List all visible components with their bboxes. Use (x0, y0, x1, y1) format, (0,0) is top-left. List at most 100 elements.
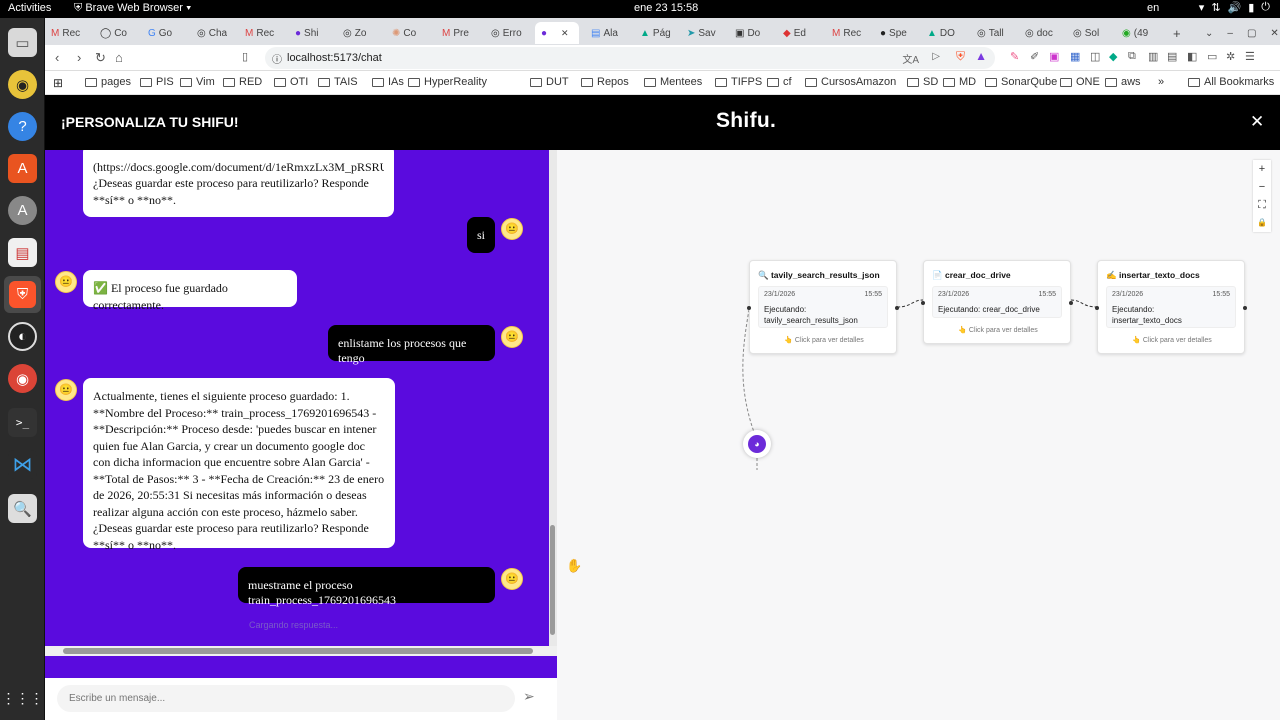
zoom-in-button[interactable]: + (1253, 160, 1271, 178)
browser-tab[interactable]: ➤ Sav (687, 22, 716, 44)
bookmark-folder[interactable]: aws (1105, 76, 1141, 88)
extension-pen-icon[interactable]: ✎ (1010, 50, 1019, 63)
bookmark-folder[interactable]: ONE (1060, 76, 1100, 88)
browser-tab[interactable]: M Pre (442, 22, 469, 44)
lock-button[interactable]: 🔒 (1253, 214, 1271, 232)
address-bar[interactable]: ⓘ localhost:5173/chat 文A ▷ ⛨ ▲ (265, 47, 995, 69)
close-window-icon[interactable]: ✕ (1270, 28, 1278, 39)
bookmark-folder[interactable]: SonarQube (985, 76, 1057, 88)
bookmark-folder[interactable]: Vim (180, 76, 215, 88)
send-icon[interactable]: ➢ (523, 688, 535, 705)
scrollbar-thumb[interactable] (63, 648, 533, 654)
browser-tab[interactable]: ◯ Co (100, 22, 127, 44)
vscode-icon[interactable]: ⋈ (8, 450, 37, 479)
extension-box-icon[interactable]: ◫ (1090, 50, 1100, 63)
brave-rewards-icon[interactable]: ▲ (975, 49, 987, 63)
node-port[interactable] (747, 306, 751, 310)
text-editor-icon[interactable]: ▤ (8, 238, 37, 267)
browser-tab[interactable]: M Rec (832, 22, 861, 44)
translate-icon[interactable]: 文A (902, 51, 919, 66)
node-port[interactable] (895, 306, 899, 310)
close-tab-icon[interactable]: ✕ (561, 28, 569, 39)
extension-grid-icon[interactable]: ▦ (1070, 50, 1080, 63)
leo-ai-icon[interactable]: ✲ (1226, 50, 1235, 63)
wallet-icon[interactable]: ▭ (1207, 50, 1217, 63)
fit-view-button[interactable]: ⛶ (1253, 196, 1271, 214)
browser-tab[interactable]: ◆ Ed (783, 22, 806, 44)
chat-horizontal-scrollbar[interactable] (45, 646, 557, 656)
home-icon[interactable]: ⌂ (115, 50, 123, 65)
bookmark-folder[interactable]: TIFPS (715, 76, 762, 88)
forward-icon[interactable]: › (77, 50, 81, 65)
sidebar-toggle-icon[interactable]: ◧ (1187, 50, 1197, 63)
bookmark-folder[interactable]: cf (767, 76, 792, 88)
extensions-puzzle-icon[interactable]: ⧉ (1128, 50, 1136, 63)
tab-search-icon[interactable]: ⌄ (1205, 28, 1213, 39)
browser-tab[interactable]: ◎ Zo (343, 22, 366, 44)
browser-tab[interactable]: ◉ (49 (1122, 22, 1148, 44)
scrollbar-thumb[interactable] (550, 525, 555, 635)
flow-start-node[interactable]: ◕ (743, 430, 771, 458)
new-tab-button[interactable]: + (1173, 22, 1181, 44)
extension-dropper-icon[interactable]: ✐ (1030, 50, 1039, 63)
bookmark-page-icon[interactable]: ▯ (242, 50, 248, 63)
zoom-out-button[interactable]: − (1253, 178, 1271, 196)
bookmark-folder[interactable]: Repos (581, 76, 629, 88)
site-info-icon[interactable]: ⓘ (272, 51, 282, 66)
updater-icon[interactable]: A (8, 196, 37, 225)
browser-tab[interactable]: ◎ doc (1025, 22, 1053, 44)
message-input[interactable] (57, 685, 515, 712)
brave-browser-icon[interactable]: ⛨ (4, 276, 41, 313)
node-port[interactable] (921, 301, 925, 305)
browser-tab[interactable]: ◎ Tall (977, 22, 1004, 44)
flow-node-insertar-texto[interactable]: ✍️ insertar_texto_docs 23/1/2026 15:55 E… (1095, 260, 1247, 354)
chat-vertical-scrollbar[interactable] (549, 150, 557, 646)
browser-tab[interactable]: ◎ Sol (1073, 22, 1099, 44)
browser-tab[interactable]: M Rec (245, 22, 274, 44)
flow-node-tavily[interactable]: 🔍 tavily_search_results_json 23/1/2026 1… (747, 260, 899, 354)
node-port[interactable] (1069, 301, 1073, 305)
system-clock[interactable]: ene 23 15:58 (634, 2, 698, 14)
reload-icon[interactable]: ↻ (95, 50, 106, 66)
bookmark-folder[interactable]: SD (907, 76, 938, 88)
bookmark-folder[interactable]: Mentees (644, 76, 702, 88)
flow-canvas[interactable]: + − ⛶ 🔒 🔍 tavily_search_results_json 23/… (557, 150, 1280, 720)
flow-node-crear-doc[interactable]: 📄 crear_doc_drive 23/1/2026 15:55 Ejecut… (921, 260, 1073, 344)
node-port[interactable] (1243, 306, 1247, 310)
bookmark-folder[interactable]: PIS (140, 76, 174, 88)
rhythmbox-icon[interactable]: ◉ (8, 70, 37, 99)
activities-button[interactable]: Activities (8, 2, 51, 14)
browser-tab[interactable]: ▤ Ala (591, 22, 618, 44)
bookmark-folder[interactable]: CursosAmazon (805, 76, 896, 88)
extension-m-icon[interactable]: ▥ (1148, 50, 1158, 63)
bookmarks-overflow-button[interactable]: » (1158, 76, 1164, 88)
terminal-icon[interactable]: >_ (8, 408, 37, 437)
files-icon[interactable]: ▭ (8, 28, 37, 57)
help-icon[interactable]: ? (8, 112, 37, 141)
bookmark-folder[interactable]: DUT (530, 76, 569, 88)
node-details-link[interactable]: 👆 Click para ver detalles (750, 336, 898, 344)
menu-icon[interactable]: ☰ (1245, 50, 1255, 63)
browser-tab[interactable]: ● ✕ (535, 22, 579, 44)
browser-tab[interactable]: M Rec (51, 22, 80, 44)
node-details-link[interactable]: 👆 Click para ver detalles (924, 326, 1072, 334)
browser-tab[interactable]: ▲ Pág (640, 22, 671, 44)
software-icon[interactable]: A (8, 154, 37, 183)
bookmark-folder[interactable]: TAIS (318, 76, 358, 88)
extension-diamond-icon[interactable]: ◆ (1109, 50, 1117, 63)
share-icon[interactable]: ▷ (932, 51, 940, 62)
node-port[interactable] (1095, 306, 1099, 310)
close-icon[interactable]: ✕ (1250, 112, 1264, 132)
browser-tab[interactable]: ✺ Co (392, 22, 416, 44)
all-bookmarks[interactable]: All Bookmarks (1188, 76, 1274, 88)
keyboard-language[interactable]: en (1147, 2, 1159, 14)
browser-tab[interactable]: ◎ Erro (491, 22, 522, 44)
bookmark-folder[interactable]: HyperReality (408, 76, 487, 88)
browser-tab[interactable]: ▲ DO (927, 22, 955, 44)
system-tray[interactable]: ▾ ⇅ 🔊 ▮ ⏻ (1199, 1, 1270, 14)
bookmark-folder[interactable]: IAs (372, 76, 404, 88)
bookmark-folder[interactable]: MD (943, 76, 976, 88)
browser-tab[interactable]: ▣ Do (735, 22, 760, 44)
browser-tab[interactable]: ● Spe (880, 22, 907, 44)
browser-tab[interactable]: ◎ Cha (197, 22, 227, 44)
